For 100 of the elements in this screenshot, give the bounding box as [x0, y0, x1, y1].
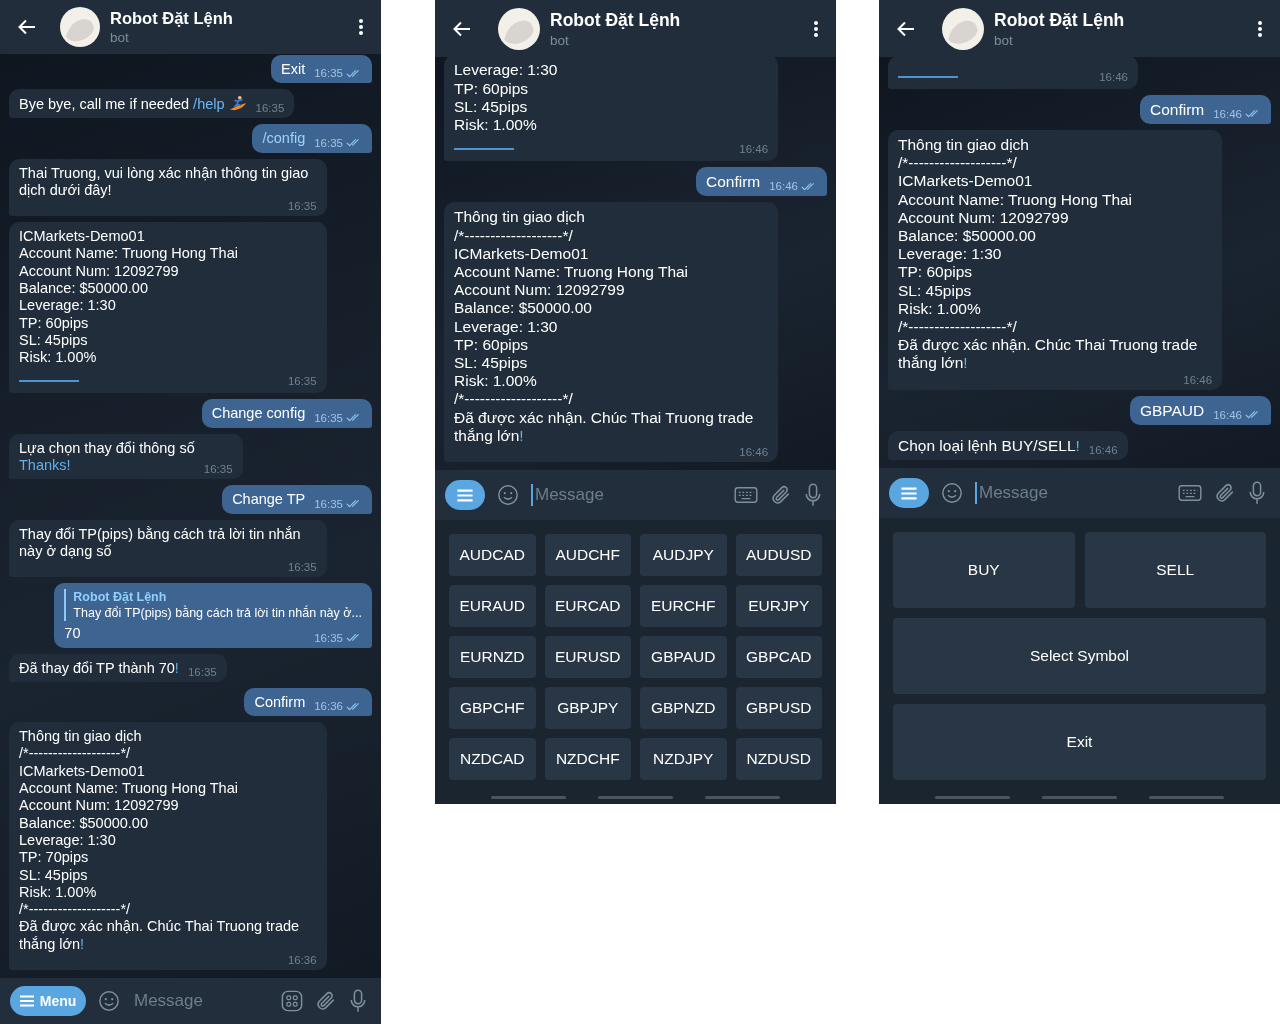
message-text: ICMarkets-Demo01 Account Name: Truong Hong Thai Account Num: 12092799 Balance: $50000.00 Leverage: 1:30 TP: 60pips SL: 45pips Risk: 1.00% — [19, 228, 238, 367]
keyboard-button[interactable]: Exit — [893, 704, 1266, 780]
message-text: Đã thay đổi TP thành 70! — [19, 659, 179, 677]
keyboard-button[interactable]: NZDCAD — [449, 738, 536, 780]
avatar[interactable] — [942, 7, 984, 50]
more-icon[interactable] — [359, 19, 363, 35]
keyboard-button[interactable]: GBPNZD — [640, 687, 727, 729]
message-text: Confirm — [1149, 100, 1205, 119]
message-time: 16:35 — [314, 630, 343, 645]
message-time: 16:46 — [769, 179, 798, 194]
message-text: Confirm — [705, 173, 761, 192]
menu-icon — [457, 488, 473, 502]
message-time: 16:36 — [287, 953, 317, 967]
keyboard-button[interactable]: NZDCHF — [544, 738, 631, 780]
keyboard-icon[interactable] — [1178, 484, 1202, 502]
keyboard-button[interactable]: EURCAD — [544, 585, 631, 627]
keyboard-button[interactable]: AUDCAD — [449, 534, 536, 576]
message-text: Thông tin giao dịch /*-------------------*/ ICMarkets-Demo01 Account Name: Truong Hong Thai Account Num: 12092799 Balance: $50000.00 Leverage: 1:30 TP: 60pips SL: 45pips Risk: 1.00% /*-------------------*/ Đã được xác nhận. Chúc Thai Truong trade thắng lớn! — [898, 135, 1199, 373]
attach-icon[interactable] — [315, 990, 337, 1012]
message-time: 16:35 — [314, 410, 343, 425]
reply-quote[interactable]: Robot Đặt Lệnh Thay đổi TP(pips) bằng cách trả lời tin nhắn này ở... — [64, 589, 362, 622]
keyboard-button[interactable]: AUDUSD — [735, 534, 822, 576]
reply-text: Thay đổi TP(pips) bằng cách trả lời tin nhắn này ở... — [73, 605, 362, 622]
emoji-icon[interactable] — [497, 484, 519, 506]
keyboard-button[interactable]: SELL — [1084, 532, 1266, 608]
chat-title: Robot Đặt Lệnh — [110, 9, 234, 28]
message-text: 70 — [64, 625, 81, 643]
keyboard-button[interactable]: NZDJPY — [640, 738, 727, 780]
message-time: 16:35 — [314, 66, 343, 81]
attach-icon[interactable] — [770, 484, 792, 506]
message-time: 16:35 — [203, 462, 233, 477]
link[interactable]: /help — [193, 95, 225, 112]
keyboard-button[interactable]: GBPCHF — [449, 687, 536, 729]
menu-button[interactable] — [889, 478, 929, 508]
message-text: Confirm — [254, 693, 306, 712]
menu-icon — [19, 995, 34, 1007]
message-time: 16:35 — [287, 199, 317, 214]
message-time: 16:35 — [255, 101, 285, 116]
sticker-grid-icon[interactable] — [281, 990, 303, 1012]
emoji-icon[interactable] — [941, 482, 963, 504]
message-field[interactable]: Message — [132, 991, 269, 1011]
chat-subtitle: bot — [994, 32, 1014, 48]
message-text: Chọn loại lệnh BUY/SELL! — [898, 436, 1080, 455]
message-time: 16:46 — [1183, 372, 1213, 387]
keyboard-button[interactable]: GBPJPY — [544, 687, 631, 729]
more-icon[interactable] — [1258, 20, 1262, 37]
microphone-icon[interactable] — [804, 483, 822, 507]
message-text: Lựa chọn thay đổi thông số Thanks! — [19, 439, 195, 475]
message-text: Leverage: 1:30 TP: 60pips SL: 45pips Risk: 1.00% — [454, 61, 558, 135]
keyboard-button[interactable]: AUDJPY — [640, 534, 727, 576]
message-field[interactable]: Message — [977, 483, 1166, 503]
message-time: 16:46 — [1088, 443, 1118, 457]
message-time: 16:46 — [739, 142, 769, 157]
chat-subtitle: bot — [550, 32, 570, 48]
message-text: Exit — [281, 60, 306, 79]
message-text: Thay đổi TP(pips) bằng cách trả lời tin nhắn này ở dạng số — [19, 525, 302, 561]
message-time: 16:36 — [314, 699, 343, 714]
keyboard-button[interactable]: EURUSD — [544, 636, 631, 678]
message-text: Bye bye, call me if needed /help — [19, 95, 225, 114]
keyboard-button[interactable]: Select Symbol — [893, 618, 1266, 694]
keyboard-button[interactable]: NZDUSD — [735, 738, 822, 780]
message-time: 16:46 — [1213, 106, 1242, 121]
keyboard-button[interactable]: EURCHF — [640, 585, 727, 627]
keyboard-button[interactable]: AUDCHF — [544, 534, 631, 576]
back-arrow-icon[interactable] — [17, 17, 37, 37]
message-time: 16:46 — [739, 445, 769, 459]
microphone-icon[interactable] — [1248, 481, 1266, 505]
chat-title: Robot Đặt Lệnh — [994, 9, 1126, 31]
keyboard-button[interactable]: GBPAUD — [640, 636, 727, 678]
keyboard-button[interactable]: EURNZD — [449, 636, 536, 678]
message-text: Change TP — [232, 491, 306, 509]
message-text: Thông tin giao dịch /*-------------------*/ ICMarkets-Demo01 Account Name: Truong Hong Thai Account Num: 12092799 Balance: $50000.00 Leverage: 1:30 TP: 70pips SL: 45pips Risk: 1.00% /*-------------------*/ Đã được xác nhận. Chúc Thai Truong trade thắng lớn! — [19, 728, 301, 953]
keyboard-button[interactable]: GBPCAD — [735, 636, 822, 678]
keyboard-button[interactable]: EURJPY — [735, 585, 822, 627]
message-field[interactable]: Message — [533, 485, 722, 505]
reply-author: Robot Đặt Lệnh — [73, 589, 168, 606]
message-text: Thai Truong, vui lòng xác nhận thông tin giao dịch dưới đây! — [19, 164, 310, 200]
keyboard-button[interactable]: GBPUSD — [735, 687, 822, 729]
message-text: Change config — [211, 405, 306, 423]
more-icon[interactable] — [814, 20, 818, 37]
emoji-icon[interactable] — [98, 990, 120, 1012]
message-time: 16:35 — [287, 374, 317, 389]
avatar[interactable] — [498, 7, 540, 50]
link[interactable]: /config — [262, 130, 306, 147]
message-time: 16:35 — [314, 496, 343, 511]
message-text: GBPAUD — [1139, 401, 1205, 420]
message-text: Thông tin giao dịch /*-------------------*/ ICMarkets-Demo01 Account Name: Truong Hong Thai Account Num: 12092799 Balance: $50000.00 Leverage: 1:30 TP: 60pips SL: 45pips Risk: 1.00% /*-------------------*/ Đã được xác nhận. Chúc Thai Truong trade thắng lớn! — [454, 208, 755, 445]
message-time: 16:46 — [1099, 69, 1128, 84]
microphone-icon[interactable] — [349, 989, 367, 1013]
message-time: 16:35 — [187, 664, 217, 679]
keyboard-button[interactable]: EURAUD — [449, 585, 536, 627]
avatar[interactable] — [60, 7, 100, 47]
menu-icon — [901, 486, 917, 500]
message-time: 16:35 — [314, 135, 343, 150]
attach-icon[interactable] — [1214, 482, 1236, 504]
chat-subtitle: bot — [110, 30, 130, 45]
keyboard-button[interactable]: BUY — [893, 532, 1075, 608]
menu-button[interactable] — [445, 480, 485, 510]
message-time: 16:46 — [1213, 407, 1242, 422]
keyboard-icon[interactable] — [734, 486, 758, 504]
